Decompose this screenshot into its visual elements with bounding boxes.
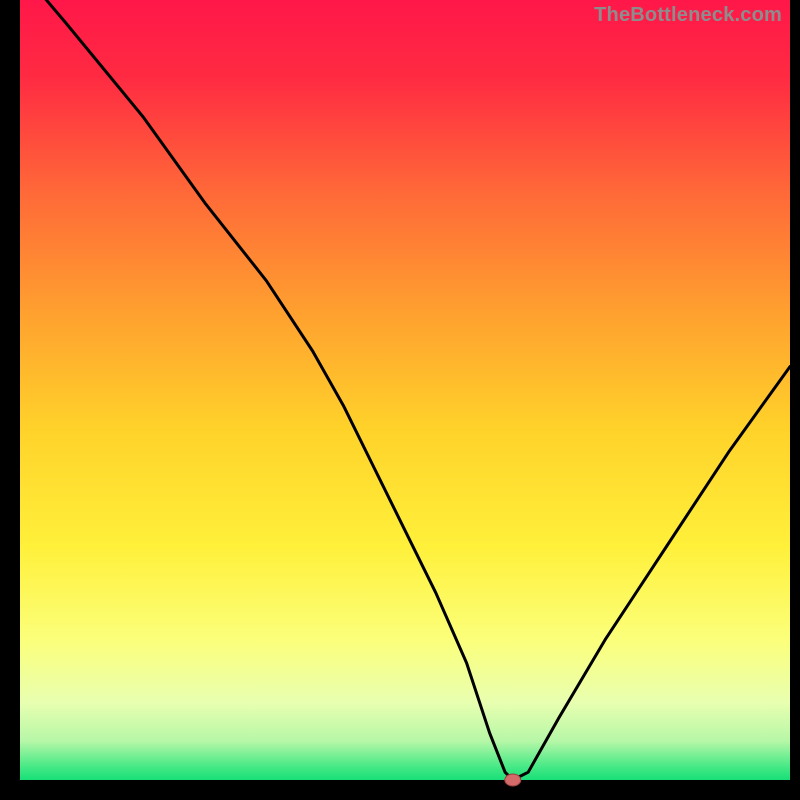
watermark-text: TheBottleneck.com xyxy=(594,4,782,27)
plot-background xyxy=(20,0,790,780)
bottleneck-chart xyxy=(0,0,800,800)
optimal-marker xyxy=(505,774,521,786)
chart-container: TheBottleneck.com xyxy=(0,0,800,800)
